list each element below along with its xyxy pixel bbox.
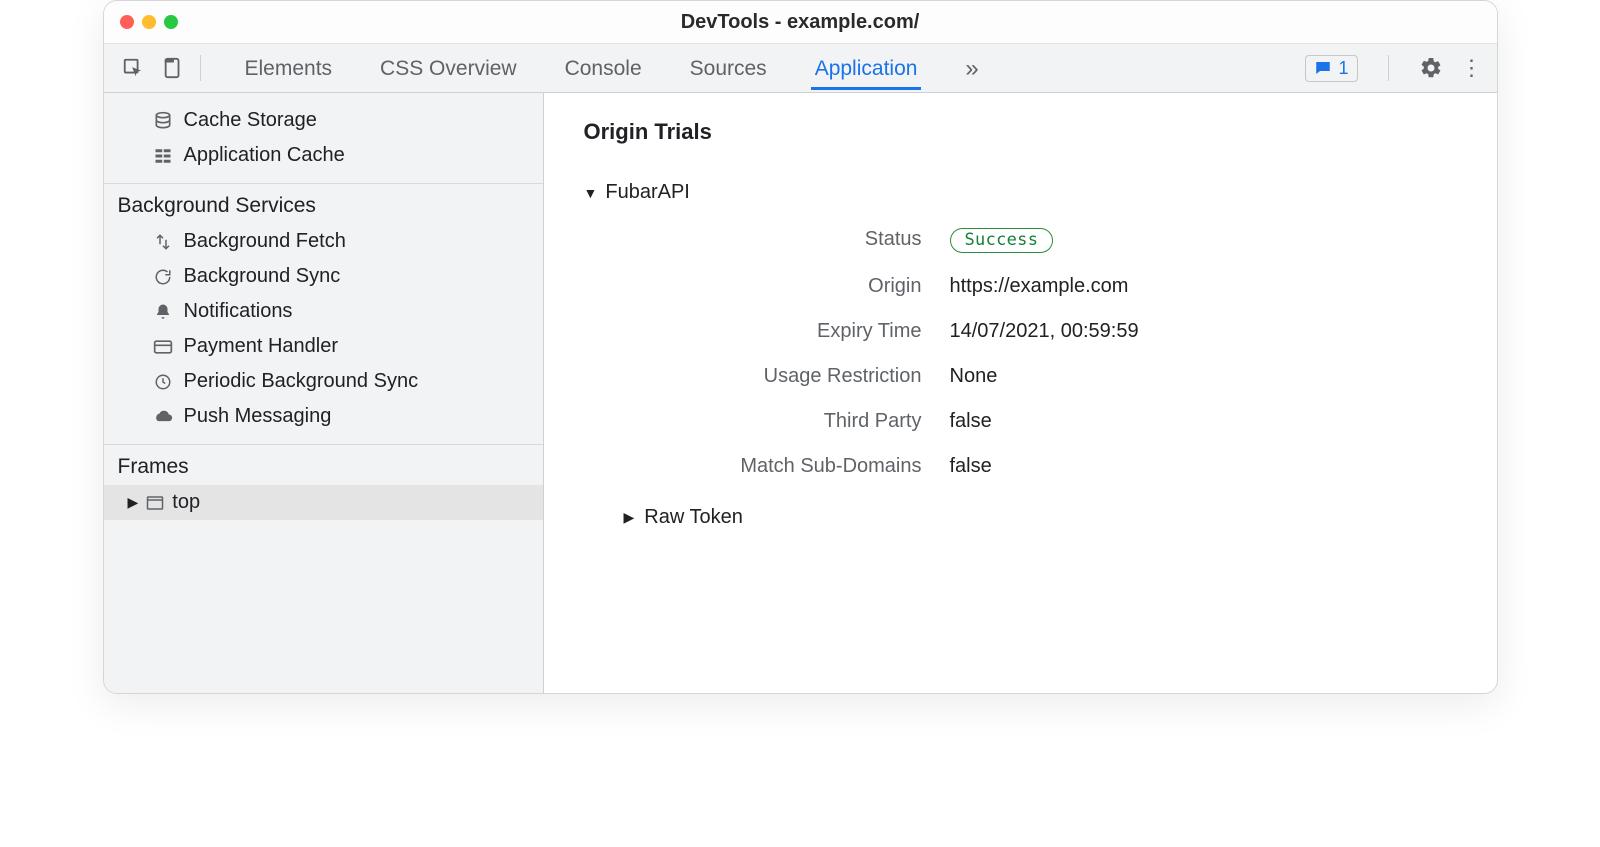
value-expiry: 14/07/2021, 00:59:59: [950, 320, 1457, 343]
sidebar-item-notifications[interactable]: Notifications: [104, 294, 543, 329]
tab-css-overview[interactable]: CSS Overview: [376, 47, 521, 90]
sidebar-item-application-cache[interactable]: Application Cache: [104, 138, 543, 173]
value-match-subdomains: false: [950, 455, 1457, 478]
sync-icon: [152, 268, 174, 286]
cloud-icon: [152, 409, 174, 425]
tab-console[interactable]: Console: [561, 47, 646, 90]
sidebar-item-push-messaging[interactable]: Push Messaging: [104, 399, 543, 434]
label-usage-restriction: Usage Restriction: [660, 365, 950, 388]
kebab-menu-icon[interactable]: ⋮: [1461, 55, 1483, 81]
trial-node[interactable]: ▼ FubarAPI: [584, 181, 1457, 204]
sidebar-item-label: Background Sync: [184, 265, 341, 288]
tab-application[interactable]: Application: [811, 47, 922, 90]
toolbar-separator: [200, 55, 201, 81]
sidebar-item-cache-storage[interactable]: Cache Storage: [104, 103, 543, 138]
status-badge: Success: [950, 228, 1054, 253]
trial-details: Status Success Origin https://example.co…: [660, 228, 1457, 478]
sidebar-item-background-sync[interactable]: Background Sync: [104, 259, 543, 294]
disclosure-down-icon: ▼: [584, 185, 598, 201]
title-bar: DevTools - example.com/: [104, 1, 1497, 43]
database-icon: [152, 111, 174, 131]
credit-card-icon: [152, 339, 174, 355]
sidebar-item-payment-handler[interactable]: Payment Handler: [104, 329, 543, 364]
window-title: DevTools - example.com/: [104, 11, 1497, 34]
toolbar-separator: [1388, 55, 1389, 81]
frame-label: top: [172, 491, 200, 514]
window-icon: [146, 495, 164, 511]
label-origin: Origin: [660, 275, 950, 298]
value-third-party: false: [950, 410, 1457, 433]
sidebar-item-label: Background Fetch: [184, 230, 346, 253]
settings-icon[interactable]: [1419, 56, 1443, 80]
panel-tabs: Elements CSS Overview Console Sources Ap…: [241, 45, 983, 92]
value-origin: https://example.com: [950, 275, 1457, 298]
sidebar-item-periodic-background-sync[interactable]: Periodic Background Sync: [104, 364, 543, 399]
sidebar-item-background-fetch[interactable]: Background Fetch: [104, 224, 543, 259]
grid-icon: [152, 147, 174, 165]
inspect-element-icon[interactable]: [118, 57, 148, 79]
label-expiry: Expiry Time: [660, 320, 950, 343]
main-toolbar: Elements CSS Overview Console Sources Ap…: [104, 43, 1497, 93]
issues-icon: [1314, 59, 1332, 77]
sidebar-item-label: Application Cache: [184, 144, 345, 167]
tab-elements[interactable]: Elements: [241, 47, 337, 90]
sidebar-item-label: Cache Storage: [184, 109, 317, 132]
raw-token-label: Raw Token: [644, 506, 743, 529]
label-status: Status: [660, 228, 950, 253]
issues-count: 1: [1338, 58, 1348, 79]
clock-icon: [152, 373, 174, 391]
trial-name: FubarAPI: [605, 181, 689, 204]
label-third-party: Third Party: [660, 410, 950, 433]
tab-sources[interactable]: Sources: [686, 47, 771, 90]
sidebar-item-label: Notifications: [184, 300, 293, 323]
sidebar-item-label: Periodic Background Sync: [184, 370, 419, 393]
sidebar-item-label: Push Messaging: [184, 405, 332, 428]
disclosure-right-icon: ▶: [624, 509, 635, 526]
bell-icon: [152, 303, 174, 321]
transfer-icon: [152, 233, 174, 251]
label-match-subdomains: Match Sub-Domains: [660, 455, 950, 478]
sidebar-item-frame-top[interactable]: ▶ top: [104, 485, 543, 520]
origin-trials-panel: Origin Trials ▼ FubarAPI Status Success …: [544, 93, 1497, 693]
device-toolbar-icon[interactable]: [158, 57, 188, 79]
value-usage-restriction: None: [950, 365, 1457, 388]
panel-title: Origin Trials: [584, 119, 1457, 145]
devtools-window: DevTools - example.com/ Elements CSS Ove…: [103, 0, 1498, 694]
application-sidebar: Cache Storage Application Cache Backgrou…: [104, 93, 544, 693]
disclosure-right-icon: ▶: [128, 494, 139, 511]
more-tabs-icon[interactable]: »: [961, 45, 982, 92]
sidebar-section-frames: Frames: [104, 444, 543, 485]
sidebar-item-label: Payment Handler: [184, 335, 339, 358]
sidebar-section-background-services: Background Services: [104, 183, 543, 224]
issues-button[interactable]: 1: [1305, 55, 1357, 82]
raw-token-node[interactable]: ▶ Raw Token: [624, 506, 1457, 529]
